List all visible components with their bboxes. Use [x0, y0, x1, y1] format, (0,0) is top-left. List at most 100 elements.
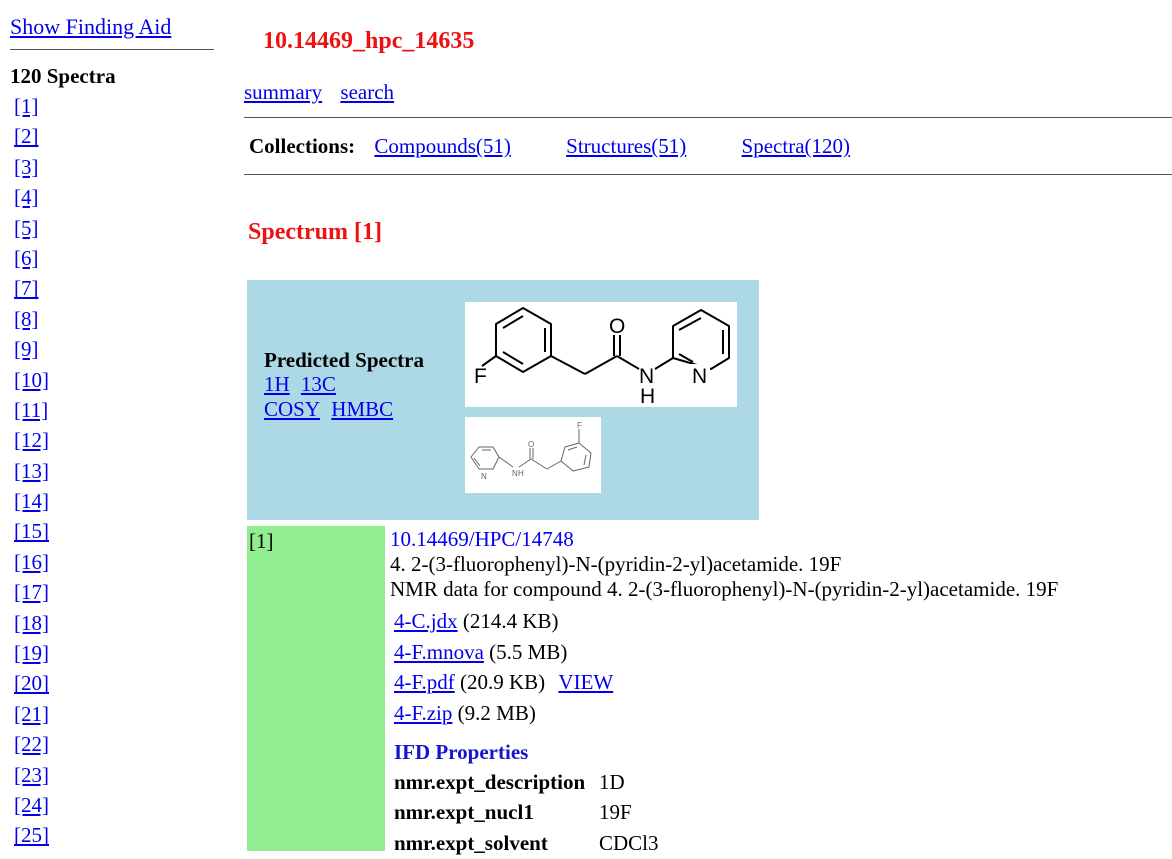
header-divider — [244, 117, 1172, 118]
spectrum-link-25[interactable]: [25] — [14, 823, 49, 847]
spectrum-link-15[interactable]: [15] — [14, 519, 49, 543]
collections-label: Collections: — [249, 134, 356, 158]
spectrum-link-21[interactable]: [21] — [14, 702, 49, 726]
spectrum-link-18[interactable]: [18] — [14, 611, 49, 635]
spectrum-link-24[interactable]: [24] — [14, 793, 49, 817]
spectrum-link-20[interactable]: [20] — [14, 671, 49, 695]
spectrum-link-19[interactable]: [19] — [14, 641, 49, 665]
file-size: (5.5 MB) — [489, 639, 568, 664]
structure-drawing: F O N H N — [474, 307, 730, 408]
spectrum-link-1[interactable]: [1] — [14, 94, 39, 118]
list-item: [18] — [10, 608, 214, 638]
record-doi-link[interactable]: 10.14469/HPC/14748 — [390, 527, 574, 551]
file-link-4-f-mnova[interactable]: 4-F.mnova — [394, 640, 484, 664]
spectrum-link-6[interactable]: [6] — [14, 246, 39, 270]
spectrum-link-14[interactable]: [14] — [14, 489, 49, 513]
list-item: [8] — [10, 304, 214, 334]
list-item: [4] — [10, 182, 214, 212]
spectrum-link-7[interactable]: [7] — [14, 276, 39, 300]
list-item: [25] — [10, 820, 214, 850]
predicted-spectra-label: Predicted Spectra — [264, 348, 424, 372]
spectrum-link-11[interactable]: [11] — [14, 398, 48, 422]
ifd-properties-table: nmr.expt_description 1D nmr.expt_nucl1 1… — [394, 767, 659, 859]
spectrum-link-4[interactable]: [4] — [14, 185, 39, 209]
list-item: [17] — [10, 577, 214, 607]
spectra-count: 120 Spectra — [10, 64, 116, 88]
file-size: (214.4 KB) — [462, 609, 559, 633]
spectrum-link-5[interactable]: [5] — [14, 216, 39, 240]
spectrum-link-3[interactable]: [3] — [14, 155, 39, 179]
search-link[interactable]: search — [340, 80, 394, 104]
page-title: 10.14469_hpc_14635 — [263, 28, 475, 54]
list-item: [16] — [10, 547, 214, 577]
list-item: 4-F.zip (9.2 MB) — [394, 698, 1170, 729]
list-item: [14] — [10, 486, 214, 516]
view-pdf-link[interactable]: VIEW — [558, 670, 613, 694]
amide-hydrogen-label: H — [640, 385, 655, 407]
file-link-4-f-zip[interactable]: 4-F.zip — [394, 701, 452, 725]
list-item: [3] — [10, 152, 214, 182]
file-link-4-c-jdx[interactable]: 4-C.jdx — [394, 609, 458, 633]
structure-thumbnail[interactable]: F O N H N — [465, 417, 601, 493]
spectrum-link-9[interactable]: [9] — [14, 337, 39, 361]
property-value: 19F — [599, 800, 632, 825]
table-row: nmr.expt_description 1D — [394, 767, 659, 798]
record-description: NMR data for compound 4. 2-(3-fluorophen… — [390, 577, 1059, 601]
property-value: CDCl3 — [599, 830, 659, 855]
predicted-hmbc-link[interactable]: HMBC — [331, 397, 393, 421]
list-item: [11] — [10, 395, 214, 425]
spectrum-link-13[interactable]: [13] — [14, 459, 49, 483]
spectrum-link-17[interactable]: [17] — [14, 580, 49, 604]
oxygen-label: O — [609, 315, 625, 338]
thumbnail-fluorine-label: F — [577, 421, 582, 430]
list-item: [20] — [10, 668, 214, 698]
pyridine-nitrogen-label: N — [692, 365, 707, 388]
list-item: [13] — [10, 456, 214, 486]
predicted-cosy-link[interactable]: COSY — [264, 397, 320, 421]
predicted-spectra-links: 1H 13C COSY HMBC — [264, 372, 399, 422]
list-item: [24] — [10, 790, 214, 820]
list-item: [5] — [10, 213, 214, 243]
predicted-13c-link[interactable]: 13C — [301, 372, 336, 396]
file-size: (9.2 MB) — [457, 700, 536, 725]
file-list: 4-C.jdx (214.4 KB) 4-F.mnova (5.5 MB) 4-… — [390, 606, 1170, 728]
file-size: (20.9 KB) — [459, 670, 546, 694]
summary-link[interactable]: summary — [244, 80, 322, 104]
spectrum-link-12[interactable]: [12] — [14, 428, 49, 452]
list-item: [23] — [10, 760, 214, 790]
spectrum-link-16[interactable]: [16] — [14, 550, 49, 574]
spectrum-link-2[interactable]: [2] — [14, 124, 39, 148]
spectrum-link-8[interactable]: [8] — [14, 307, 39, 331]
table-row: nmr.expt_solvent CDCl3 — [394, 828, 659, 859]
top-nav: summary search — [244, 79, 407, 105]
spectrum-link-10[interactable]: [10] — [14, 368, 49, 392]
fluorine-label: F — [474, 365, 487, 388]
structures-collection-link[interactable]: Structures(51) — [566, 134, 686, 158]
spectrum-heading: Spectrum [1] — [248, 219, 382, 245]
spectra-collection-link[interactable]: Spectra(120) — [742, 134, 850, 158]
structure-image[interactable]: F O N H N — [465, 302, 737, 408]
predicted-1h-link[interactable]: 1H — [264, 372, 290, 396]
compounds-collection-link[interactable]: Compounds(51) — [374, 134, 511, 158]
list-item: 4-F.pdf (20.9 KB) VIEW — [394, 667, 1170, 698]
predicted-spectra-panel: Predicted Spectra 1H 13C COSY HMBC F O N… — [247, 280, 759, 520]
thumbnail-amide-hydrogen-label: H — [518, 469, 524, 478]
spectrum-link-22[interactable]: [22] — [14, 732, 49, 756]
list-item: [2] — [10, 121, 214, 151]
list-item: [10] — [10, 365, 214, 395]
property-key: nmr.expt_solvent — [394, 830, 548, 855]
list-item: 4-F.mnova (5.5 MB) — [394, 637, 1170, 668]
property-value: 1D — [599, 769, 625, 794]
file-link-4-f-pdf[interactable]: 4-F.pdf — [394, 670, 455, 694]
spectrum-link-23[interactable]: [23] — [14, 763, 49, 787]
show-finding-aid-link[interactable]: Show Finding Aid — [10, 14, 214, 40]
property-key: nmr.expt_nucl1 — [394, 800, 534, 825]
list-item: [7] — [10, 273, 214, 303]
thumbnail-pyridine-nitrogen-label: N — [481, 472, 487, 481]
list-item: [15] — [10, 516, 214, 546]
sidebar: Show Finding Aid 120 Spectra [1] [2] [3]… — [10, 14, 214, 851]
list-item: [9] — [10, 334, 214, 364]
list-item: [22] — [10, 729, 214, 759]
list-item: [19] — [10, 638, 214, 668]
sidebar-divider — [10, 49, 214, 50]
